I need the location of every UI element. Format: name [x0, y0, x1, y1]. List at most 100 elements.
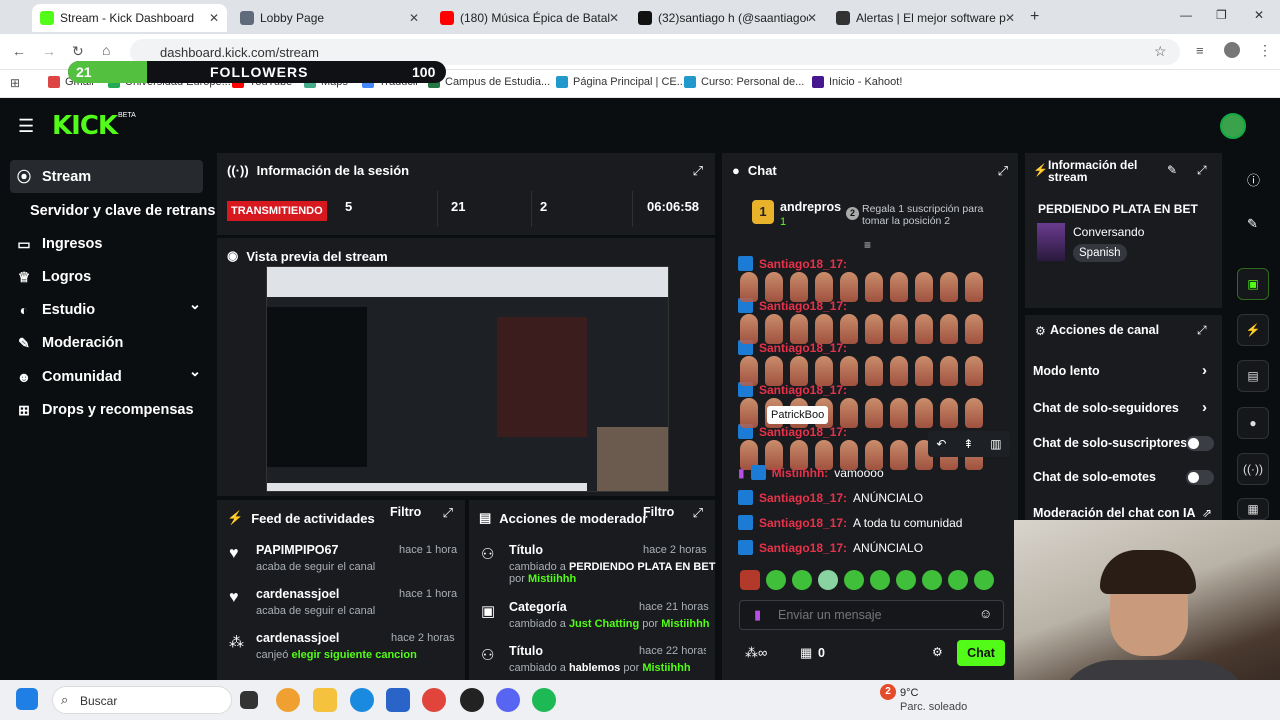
- patrick-emote-icon[interactable]: [865, 314, 883, 344]
- chat-username[interactable]: Santiago18_17:: [759, 516, 847, 530]
- sidebar-item-estudio[interactable]: ◐ Estudio ⌄: [16, 297, 201, 323]
- edit-pencil-icon[interactable]: ✎: [1167, 163, 1177, 177]
- patrick-emote-icon[interactable]: [840, 314, 858, 344]
- activity-user[interactable]: cardenassjoel: [256, 587, 339, 601]
- gift-box-icon[interactable]: ▦: [800, 645, 812, 661]
- patrick-emote-icon[interactable]: [815, 314, 833, 344]
- patrick-emote-icon[interactable]: [965, 398, 983, 428]
- quick-broadcast-button[interactable]: ((·)): [1237, 453, 1269, 485]
- quick-list-button[interactable]: ▤: [1237, 360, 1269, 392]
- patrick-emote-icon[interactable]: [740, 356, 758, 386]
- patrick-emote-icon[interactable]: [915, 272, 933, 302]
- obs-icon[interactable]: [460, 688, 484, 712]
- copilot-icon[interactable]: [276, 688, 300, 712]
- chat-username[interactable]: Santiago18_17:: [759, 541, 847, 555]
- minimize-icon[interactable]: —: [1180, 8, 1192, 22]
- chevron-right-icon[interactable]: ›: [1202, 362, 1207, 379]
- chat-username[interactable]: Santiago18_17:: [759, 491, 847, 505]
- new-tab-icon[interactable]: +: [1030, 8, 1039, 26]
- sidebar-item-servidor[interactable]: Servidor y clave de retransm: [30, 198, 215, 224]
- quick-camera-button[interactable]: ▣: [1237, 268, 1269, 300]
- chat-message-input[interactable]: [778, 605, 978, 625]
- store-icon[interactable]: [386, 688, 410, 712]
- expand-icon[interactable]: ⤢: [693, 505, 703, 521]
- patrick-emote-icon[interactable]: [890, 356, 908, 386]
- emote-icon[interactable]: [922, 570, 942, 590]
- emote-icon[interactable]: [740, 570, 760, 590]
- patrick-emote-icon[interactable]: [915, 356, 933, 386]
- patrick-emote-icon[interactable]: [890, 272, 908, 302]
- chevron-right-icon[interactable]: ›: [1202, 399, 1207, 416]
- patrick-emote-icon[interactable]: [815, 272, 833, 302]
- emote-icon[interactable]: [792, 570, 812, 590]
- tab-alertas[interactable]: Alertas | El mejor software para ✕: [828, 4, 1023, 32]
- sidebar-item-moderacion[interactable]: ✎ Moderación: [16, 330, 123, 356]
- close-tab-icon[interactable]: ✕: [1005, 11, 1015, 25]
- patrick-emote-icon[interactable]: [915, 398, 933, 428]
- chrome-icon[interactable]: [422, 688, 446, 712]
- user-avatar[interactable]: [1220, 113, 1246, 139]
- windows-start-icon[interactable]: [16, 688, 38, 710]
- patrick-emote-icon[interactable]: [790, 356, 808, 386]
- patrick-emote-icon[interactable]: [965, 272, 983, 302]
- tab-kick-dashboard[interactable]: Stream - Kick Dashboard ✕: [32, 4, 227, 32]
- patrick-emote-icon[interactable]: [940, 356, 958, 386]
- emote-icon[interactable]: [818, 570, 838, 590]
- chat-input-box[interactable]: ▮ ☺: [739, 600, 1004, 630]
- patrick-emote-icon[interactable]: [890, 398, 908, 428]
- emote-icon[interactable]: [948, 570, 968, 590]
- taskbar-search[interactable]: ⌕ Buscar: [52, 686, 232, 714]
- bookmark-kahoot[interactable]: Inicio - Kahoot!: [812, 76, 902, 88]
- top-gifter-name[interactable]: andrepros: [780, 200, 841, 214]
- close-tab-icon[interactable]: ✕: [807, 11, 817, 25]
- sidebar-item-logros[interactable]: ♕ Logros: [16, 264, 91, 290]
- emote-icon[interactable]: [870, 570, 890, 590]
- tab-youtube[interactable]: (180) Música Épica de Batalla Le ✕: [432, 4, 627, 32]
- edge-icon[interactable]: [350, 688, 374, 712]
- quick-chat-button[interactable]: ●: [1237, 407, 1269, 439]
- reply-icon[interactable]: ↶: [936, 437, 946, 451]
- sidebar-item-ingresos[interactable]: ▭ Ingresos: [16, 231, 102, 257]
- activity-user[interactable]: PAPIMPIPO67: [256, 543, 338, 557]
- settings-gear-icon[interactable]: ⚙: [932, 645, 943, 659]
- close-tab-icon[interactable]: ✕: [409, 11, 419, 25]
- apps-grid-icon[interactable]: ⊞: [10, 76, 20, 90]
- activity-filter-button[interactable]: Filtro: [390, 505, 421, 519]
- emote-icon[interactable]: [974, 570, 994, 590]
- spotify-icon[interactable]: [532, 688, 556, 712]
- patrick-emote-icon[interactable]: [740, 314, 758, 344]
- forward-icon[interactable]: →: [42, 43, 56, 59]
- expand-icon[interactable]: ⤢: [1197, 323, 1207, 338]
- patrick-emote-icon[interactable]: [865, 272, 883, 302]
- menu-dots-icon[interactable]: ⋮: [1258, 42, 1272, 59]
- channel-points-icon[interactable]: ⁂∞: [745, 645, 767, 661]
- patrick-emote-icon[interactable]: [915, 314, 933, 344]
- delete-icon[interactable]: ▥: [990, 437, 1001, 451]
- close-window-icon[interactable]: ✕: [1254, 8, 1264, 22]
- mod-filter-button[interactable]: Filtro: [643, 505, 674, 519]
- sidebar-item-drops[interactable]: ⊞ Drops y recompensas: [16, 397, 193, 423]
- emoji-icon[interactable]: ☺: [979, 606, 992, 621]
- expand-icon[interactable]: ⤢: [443, 505, 453, 521]
- tab-lobby-page[interactable]: Lobby Page ✕: [232, 4, 427, 32]
- patrick-emote-icon[interactable]: [740, 272, 758, 302]
- mic-icon[interactable]: ▮: [754, 607, 761, 623]
- send-chat-button[interactable]: Chat: [957, 640, 1005, 666]
- patrick-emote-icon[interactable]: [840, 272, 858, 302]
- edit-icon[interactable]: ✎: [1247, 216, 1258, 232]
- emote-icon[interactable]: [844, 570, 864, 590]
- discord-icon[interactable]: [496, 688, 520, 712]
- tab-tiktok[interactable]: (32)santiago h (@saantiagooo ✕: [630, 4, 825, 32]
- chat-username[interactable]: Mistiihhh:: [772, 466, 829, 480]
- expand-icon[interactable]: ⤢: [1197, 163, 1207, 178]
- followers-only-label[interactable]: Chat de solo-seguidores: [1033, 401, 1179, 415]
- profile-avatar[interactable]: [1224, 42, 1240, 58]
- patrick-emote-icon[interactable]: [940, 314, 958, 344]
- chat-username[interactable]: Santiago18_17:: [759, 257, 847, 271]
- sidebar-item-comunidad[interactable]: ☻ Comunidad ⌄: [16, 364, 201, 390]
- patrick-emote-icon[interactable]: [740, 398, 758, 428]
- info-icon[interactable]: ⓘ: [1247, 170, 1260, 189]
- slow-mode-label[interactable]: Modo lento: [1033, 364, 1100, 378]
- sidebar-item-stream[interactable]: ⦿ Stream: [16, 164, 91, 190]
- task-view-icon[interactable]: [240, 691, 258, 709]
